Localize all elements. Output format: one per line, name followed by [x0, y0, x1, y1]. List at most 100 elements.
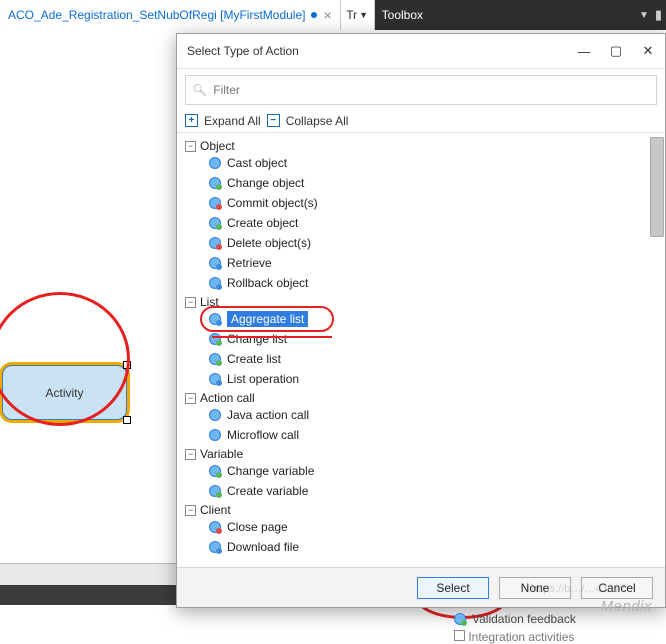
- toolbox-panel[interactable]: Toolbox ▼ ▮: [375, 0, 666, 30]
- action-icon: [209, 217, 221, 229]
- collapse-icon[interactable]: −: [185, 505, 196, 516]
- tab-secondary[interactable]: Tr ▼: [341, 0, 375, 30]
- tree-item-label: Java action call: [227, 408, 309, 422]
- tree-category-label: Variable: [200, 447, 243, 461]
- collapse-all-icon[interactable]: −: [267, 114, 280, 127]
- window-controls: — ▢ ✕: [577, 43, 655, 59]
- modified-indicator: [311, 12, 317, 18]
- action-icon: [209, 333, 221, 345]
- select-button[interactable]: Select: [417, 577, 489, 599]
- tree-item[interactable]: Change object: [185, 173, 665, 193]
- action-icon: [209, 465, 221, 477]
- pin-icon[interactable]: ▮: [655, 7, 666, 23]
- activity-node[interactable]: Activity: [2, 365, 127, 420]
- action-icon: [454, 613, 466, 625]
- scrollbar-thumb[interactable]: [650, 137, 664, 237]
- tree-item-label: Delete object(s): [227, 236, 311, 250]
- action-icon: [209, 353, 221, 365]
- tree-item-label: Retrieve: [227, 256, 272, 270]
- tree-item[interactable]: Commit object(s): [185, 193, 665, 213]
- annotation-underline: [212, 336, 332, 338]
- tree-item-label: Cast object: [227, 156, 287, 170]
- resize-handle[interactable]: [123, 361, 131, 369]
- collapse-icon[interactable]: −: [185, 393, 196, 404]
- tab-secondary-label: Tr: [346, 8, 357, 22]
- tree-item-label: Rollback object: [227, 276, 308, 290]
- maximize-icon[interactable]: ▢: [609, 43, 623, 59]
- tree-item[interactable]: Cast object: [185, 153, 665, 173]
- tree-category[interactable]: −Object: [185, 139, 665, 153]
- close-icon[interactable]: ×: [323, 8, 331, 22]
- collapse-icon[interactable]: −: [185, 297, 196, 308]
- tree-item-label: Create variable: [227, 484, 308, 498]
- tree-item[interactable]: Download file: [185, 537, 665, 557]
- action-icon: [209, 237, 221, 249]
- tree-item[interactable]: List operation: [185, 369, 665, 389]
- collapse-all-label[interactable]: Collapse All: [286, 114, 349, 128]
- tree-item-label: List operation: [227, 372, 299, 386]
- tree-item-label: Download file: [227, 540, 299, 554]
- tree-item[interactable]: Create variable: [185, 481, 665, 501]
- tree-category-label: Action call: [200, 391, 255, 405]
- action-tree[interactable]: −Object Cast object Change object Commit ob…: [177, 133, 665, 567]
- action-icon: [209, 257, 221, 269]
- tree-item[interactable]: Delete object(s): [185, 233, 665, 253]
- search-icon: 🔍︎: [192, 83, 207, 97]
- action-icon: [209, 197, 221, 209]
- tree-item-label: Validation feedback: [472, 612, 576, 626]
- dialog-title: Select Type of Action: [187, 44, 299, 58]
- close-icon[interactable]: ✕: [641, 43, 655, 59]
- dialog-buttons: Select None Cancel: [177, 567, 665, 607]
- dialog-titlebar[interactable]: Select Type of Action — ▢ ✕: [177, 34, 665, 68]
- action-icon: [209, 521, 221, 533]
- action-icon: [209, 429, 221, 441]
- tree-item[interactable]: Retrieve: [185, 253, 665, 273]
- tree-item[interactable]: Aggregate list: [185, 309, 665, 329]
- expand-all-icon[interactable]: +: [185, 114, 198, 127]
- tree-item-label: Create object: [227, 216, 298, 230]
- expand-all-label[interactable]: Expand All: [204, 114, 261, 128]
- tree-item[interactable]: Microflow call: [185, 425, 665, 445]
- collapse-icon[interactable]: −: [185, 141, 196, 152]
- tree-item-label: Aggregate list: [227, 311, 308, 327]
- action-icon: [209, 277, 221, 289]
- tree-item-validation[interactable]: Validation feedback: [454, 612, 576, 626]
- tree-category-label: Client: [200, 503, 231, 517]
- chevron-down-icon[interactable]: ▼: [639, 10, 655, 21]
- action-icon: [209, 409, 221, 421]
- tree-item[interactable]: Create list: [185, 349, 665, 369]
- tree-item[interactable]: Close page: [185, 517, 665, 537]
- tree-item[interactable]: Create object: [185, 213, 665, 233]
- none-button[interactable]: None: [499, 577, 571, 599]
- tree-category-integration[interactable]: Integration activities: [454, 630, 574, 644]
- filter-input[interactable]: [211, 82, 650, 98]
- action-icon: [209, 157, 221, 169]
- tree-category[interactable]: −Client: [185, 503, 665, 517]
- cancel-button[interactable]: Cancel: [581, 577, 653, 599]
- tab-main[interactable]: ACO_Ade_Registration_SetNubOfRegi [MyFir…: [0, 0, 341, 30]
- filter-row: 🔍︎: [185, 75, 657, 105]
- tree-category-label: Integration activities: [468, 630, 574, 644]
- tree-item[interactable]: Change variable: [185, 461, 665, 481]
- tree-category[interactable]: −List: [185, 295, 665, 309]
- tree-item-label: Microflow call: [227, 428, 299, 442]
- tree-item[interactable]: Java action call: [185, 405, 665, 425]
- tab-main-label: ACO_Ade_Registration_SetNubOfRegi [MyFir…: [8, 8, 305, 22]
- tree-item[interactable]: Rollback object: [185, 273, 665, 293]
- expand-icon[interactable]: [454, 630, 465, 641]
- collapse-icon[interactable]: −: [185, 449, 196, 460]
- action-icon: [209, 485, 221, 497]
- action-icon: [209, 373, 221, 385]
- tree-category[interactable]: −Action call: [185, 391, 665, 405]
- tree-item[interactable]: Change list: [185, 329, 665, 349]
- tree-item-label: Create list: [227, 352, 281, 366]
- tab-strip: ACO_Ade_Registration_SetNubOfRegi [MyFir…: [0, 0, 666, 30]
- expand-controls: + Expand All − Collapse All: [177, 109, 665, 133]
- tree-item-label: Change variable: [227, 464, 314, 478]
- minimize-icon[interactable]: —: [577, 44, 591, 59]
- action-icon: [209, 177, 221, 189]
- tree-item-label: Commit object(s): [227, 196, 318, 210]
- resize-handle[interactable]: [123, 416, 131, 424]
- tree-category[interactable]: −Variable: [185, 447, 665, 461]
- tree-category-label: List: [200, 295, 219, 309]
